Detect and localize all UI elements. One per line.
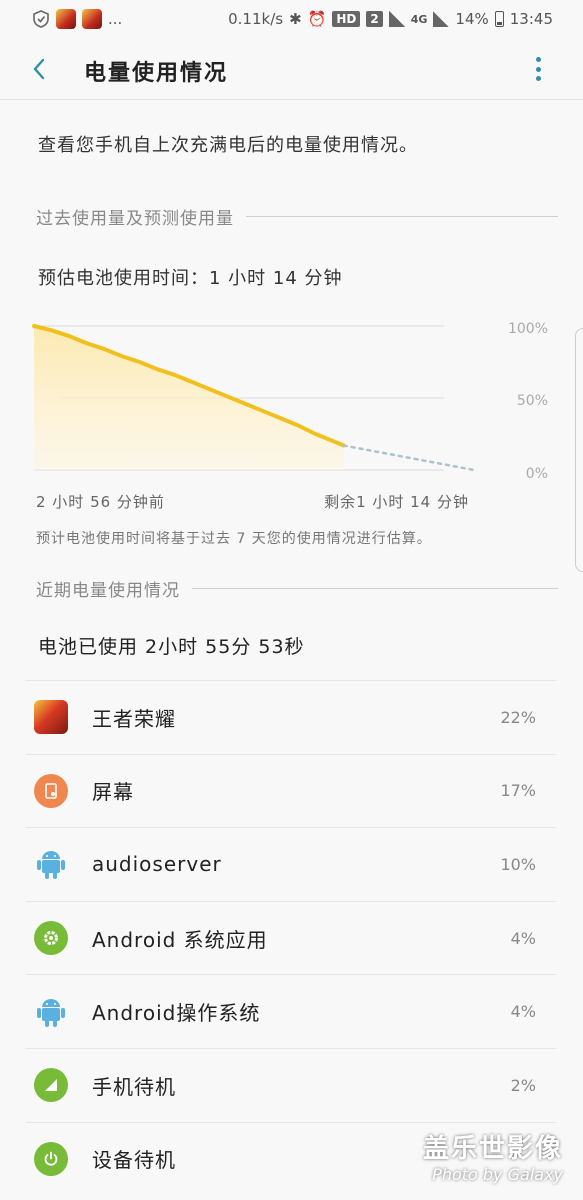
more-options-icon[interactable] (526, 55, 550, 83)
network-speed: 0.11k/s (228, 10, 284, 28)
screen-icon (34, 773, 68, 808)
app-name: 设备待机 (92, 1148, 176, 1173)
y-tick-label: 0% (526, 466, 548, 482)
status-bar: ... 0.11k/s ✱ ⏰ HD 2 4G 14% 13:45 (0, 0, 583, 38)
signal-icon (34, 1068, 68, 1103)
app-usage-list: 王者荣耀 22% 屏幕 17% audioserver 10% Android … (26, 680, 556, 1195)
usage-percent: 22% (500, 707, 536, 727)
list-item[interactable]: Android操作系统 4% (26, 974, 556, 1048)
usage-percent: 2% (510, 1075, 536, 1095)
signal-icon (433, 11, 450, 27)
android-icon (34, 995, 68, 1029)
battery-percent: 14% (455, 10, 489, 28)
app-name: Android 系统应用 (92, 927, 268, 952)
more-notifications: ... (108, 10, 123, 28)
list-item[interactable]: audioserver 10% (26, 827, 556, 901)
app-name: 屏幕 (92, 780, 134, 805)
game-icon (34, 700, 68, 735)
signal-icon (388, 11, 405, 27)
section-header-recent: 近期电量使用情况 (36, 576, 558, 601)
y-tick-label: 100% (508, 321, 548, 337)
battery-usage-chart: 100% 50% 0% (32, 321, 548, 482)
app-name: 王者荣耀 (92, 706, 176, 731)
shield-icon (33, 10, 49, 28)
x-axis-start-label: 2 小时 56 分钟前 (36, 493, 165, 511)
page-title: 电量使用情况 (84, 61, 229, 86)
usage-percent: 10% (500, 854, 536, 874)
app-name: Android操作系统 (92, 1001, 261, 1026)
app-bar: 电量使用情况 (0, 38, 583, 100)
status-bar-right: 0.11k/s ✱ ⏰ HD 2 4G 14% 13:45 (228, 10, 553, 28)
battery-icon (494, 11, 504, 27)
usage-percent: 4% (510, 928, 536, 948)
bluetooth-icon: ✱ (289, 10, 302, 28)
power-icon (34, 1141, 68, 1176)
clock: 13:45 (509, 10, 553, 28)
game-notification-icon (56, 9, 76, 29)
predicted-usage-line (342, 444, 476, 472)
list-item[interactable]: 手机待机 2% (26, 1047, 556, 1122)
network-type: 4G (410, 12, 428, 26)
y-tick-label: 50% (517, 393, 548, 409)
chart-footnote: 预计电池使用时间将基于过去 7 天您的使用情况进行估算。 (36, 531, 432, 547)
gear-icon (34, 921, 68, 956)
status-bar-left: ... (32, 9, 122, 29)
app-name: audioserver (92, 852, 222, 877)
watermark-line2: Photo by Galaxy (432, 1165, 563, 1184)
sim-badge: 2 (366, 11, 383, 27)
android-icon (34, 847, 68, 881)
usage-percent: 17% (500, 781, 536, 801)
estimated-time: 预估电池使用时间：1 小时 14 分钟 (38, 268, 343, 289)
battery-used-duration: 电池已使用 2小时 55分 53秒 (38, 636, 305, 658)
page-description: 查看您手机自上次充满电后的电量使用情况。 (38, 135, 418, 156)
watermark-line1: 盖乐世影像 (422, 1134, 563, 1164)
photo-watermark: 盖乐世影像 Photo by Galaxy (423, 1128, 563, 1184)
usage-percent: 4% (510, 1002, 536, 1022)
alarm-icon: ⏰ (307, 10, 327, 28)
section-header-past: 过去使用量及预测使用量 (36, 204, 558, 229)
hd-badge: HD (332, 11, 361, 27)
game-notification-icon (82, 9, 102, 29)
back-arrow-icon[interactable] (28, 55, 52, 83)
list-item[interactable]: Android 系统应用 4% (26, 900, 556, 975)
list-item[interactable]: 王者荣耀 22% (26, 680, 556, 754)
app-name: 手机待机 (92, 1074, 176, 1099)
scroll-indicator[interactable] (575, 328, 583, 572)
list-item[interactable]: 屏幕 17% (26, 753, 556, 828)
x-axis-end-label: 剩余1 小时 14 分钟 (324, 493, 469, 511)
